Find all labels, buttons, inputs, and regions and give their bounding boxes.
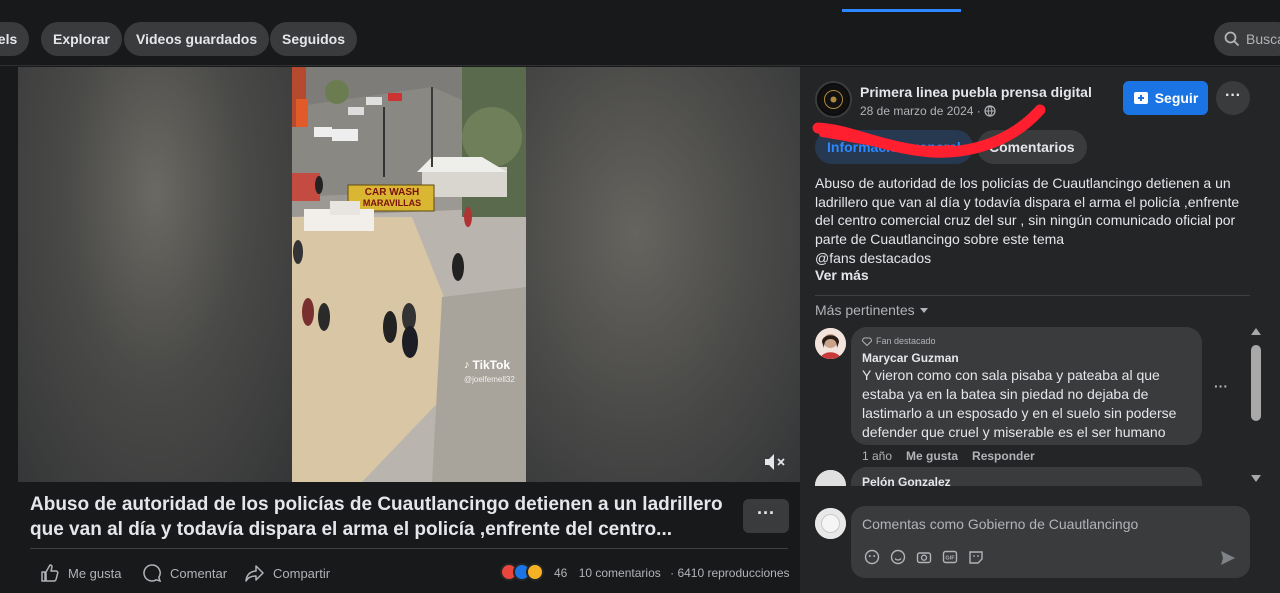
video-blur-left	[18, 67, 292, 482]
tab-explorar[interactable]: Explorar	[41, 22, 122, 56]
tab-reels[interactable]: eels	[0, 22, 30, 56]
video-more-button[interactable]: ···	[743, 499, 789, 533]
share-label: Compartir	[273, 565, 331, 581]
comments-list[interactable]: Fan destacado Marycar Guzman Y vieron co…	[800, 318, 1280, 486]
send-icon[interactable]	[1220, 550, 1236, 571]
camera-icon[interactable]	[915, 548, 932, 565]
comment-sort-dropdown[interactable]: Más pertinentes	[815, 302, 929, 318]
divider	[30, 548, 788, 549]
comment-label: Comentar	[170, 565, 228, 581]
video-stats: 46 10 comentarios · 6410 reproducciones	[554, 566, 790, 580]
description-line: del centro comercial cruz del sur , sin …	[815, 212, 1236, 229]
comment-more-button[interactable]: ···	[1214, 378, 1228, 394]
sign-line1: CAR WASH	[364, 187, 420, 198]
tab-videos-guardados[interactable]: Videos guardados	[124, 22, 270, 56]
caret-down-icon	[919, 308, 928, 313]
views-label: 6410 reproducciones	[677, 566, 790, 580]
comment-like-button[interactable]: Me gusta	[906, 449, 958, 463]
comment-line: defender que cruel y miserable es el ser…	[862, 424, 1166, 440]
comment-reply-button[interactable]: Responder	[972, 449, 1035, 463]
comment-composer[interactable]: Comentas como Gobierno de Cuautlancingo …	[851, 506, 1250, 578]
video-title: Abuso de autoridad de los policías de Cu…	[30, 494, 723, 540]
tiktok-icon: ♪	[464, 359, 470, 371]
active-nav-indicator	[842, 9, 961, 12]
comment-line: Y vieron como con sala pisaba y pateaba …	[862, 367, 1160, 383]
search-icon	[1224, 31, 1240, 47]
sort-label: Más pertinentes	[815, 302, 915, 318]
views-count: ·	[670, 566, 675, 580]
composer-tools: GIF	[863, 548, 984, 565]
comment-icon	[143, 564, 162, 583]
fan-badge: Fan destacado	[862, 335, 1191, 347]
comment-button[interactable]: Comentar	[142, 562, 227, 584]
reactions-count[interactable]: 46	[554, 566, 567, 580]
sticker-icon[interactable]	[967, 548, 984, 565]
video-blur-right	[526, 67, 800, 482]
mute-icon[interactable]	[764, 452, 786, 477]
tiktok-user: @joelfemell32	[464, 375, 515, 384]
comment-bubble: Pelón Gonzalez	[851, 467, 1202, 486]
like-label: Me gusta	[68, 565, 122, 581]
video-player[interactable]: CAR WASH MARAVILLAS ♪ TikTok @joelfemell…	[18, 67, 800, 482]
comment-time[interactable]: 1 año	[862, 449, 892, 463]
avatar-sticker-icon[interactable]	[863, 548, 880, 565]
tab-informacion-general[interactable]: Información general	[815, 130, 973, 164]
comment-line: estaba ya en la batea sin piedad no deja…	[862, 386, 1149, 402]
like-button[interactable]: Me gusta	[40, 562, 121, 584]
emoji-icon[interactable]	[889, 548, 906, 565]
sign-line2: MARAVILLAS	[362, 198, 422, 208]
search-input[interactable]: Busca	[1214, 22, 1280, 56]
current-user-avatar[interactable]	[815, 508, 846, 539]
scroll-up-arrow[interactable]	[1251, 328, 1261, 335]
commenter-avatar[interactable]	[815, 470, 846, 486]
wow-reaction-icon	[526, 563, 544, 581]
tiktok-label: TikTok	[472, 358, 511, 372]
page-logo	[818, 84, 849, 115]
scrollbar-thumb[interactable]	[1251, 345, 1261, 421]
diamond-icon	[862, 337, 872, 346]
comment-author[interactable]: Pelón Gonzalez	[862, 475, 1191, 486]
description-line: @fans destacados	[815, 249, 932, 266]
comment-actions: 1 año Me gusta Responder	[862, 449, 1035, 463]
comments-count[interactable]: 10 comentarios	[579, 566, 661, 580]
post-description: Abuso de autoridad de los policías de Cu…	[815, 174, 1245, 268]
thumbs-up-icon	[41, 564, 59, 582]
comment-input[interactable]: Comentas como Gobierno de Cuautlancingo	[862, 516, 1138, 532]
globe-icon	[984, 105, 996, 117]
fan-badge-label: Fan destacado	[876, 336, 936, 346]
see-more-link[interactable]: Ver más	[815, 267, 869, 283]
comment-author[interactable]: Marycar Guzman	[862, 351, 1191, 365]
page-avatar[interactable]	[815, 81, 852, 118]
gif-icon[interactable]: GIF	[941, 548, 958, 565]
top-navigation: eels Explorar Videos guardados Seguidos …	[0, 0, 1280, 66]
tiktok-watermark: ♪ TikTok	[464, 358, 510, 372]
page-name[interactable]: Primera linea puebla prensa digital	[860, 84, 1092, 100]
divider	[815, 295, 1250, 296]
post-date[interactable]: 28 de marzo de 2024 ·	[860, 104, 996, 118]
follow-plus-icon	[1133, 92, 1148, 104]
post-more-button[interactable]: ···	[1216, 81, 1250, 115]
follow-button[interactable]: Seguir	[1123, 81, 1208, 115]
follow-label: Seguir	[1154, 90, 1199, 106]
tab-seguidos[interactable]: Seguidos	[270, 22, 358, 56]
svg-text:GIF: GIF	[945, 555, 955, 561]
search-placeholder: Busca	[1246, 31, 1280, 47]
video-scene	[292, 67, 526, 482]
share-icon	[245, 565, 264, 582]
video-frame: CAR WASH MARAVILLAS ♪ TikTok @joelfemell…	[292, 67, 526, 482]
comment-bubble: Fan destacado Marycar Guzman Y vieron co…	[851, 327, 1202, 445]
post-date-text: 28 de marzo de 2024 ·	[860, 104, 981, 118]
tab-comentarios[interactable]: Comentarios	[977, 130, 1087, 164]
comment-line: lastimarlo a un esposado y en el suelo s…	[862, 405, 1177, 421]
scroll-down-arrow[interactable]	[1251, 475, 1261, 482]
commenter-avatar[interactable]	[815, 328, 846, 359]
description-line: ladrillero que van al día y todavía disp…	[815, 193, 1240, 210]
description-line: Abuso de autoridad de los policías de Cu…	[815, 175, 1231, 191]
share-button[interactable]: Compartir	[245, 562, 330, 584]
description-line: parte de Cuautlancingo sobre este tema	[815, 231, 1065, 248]
car-wash-sign: CAR WASH MARAVILLAS	[352, 187, 432, 209]
comment-text: Y vieron como con sala pisaba y pateaba …	[862, 366, 1191, 442]
reaction-summary[interactable]	[500, 563, 544, 581]
